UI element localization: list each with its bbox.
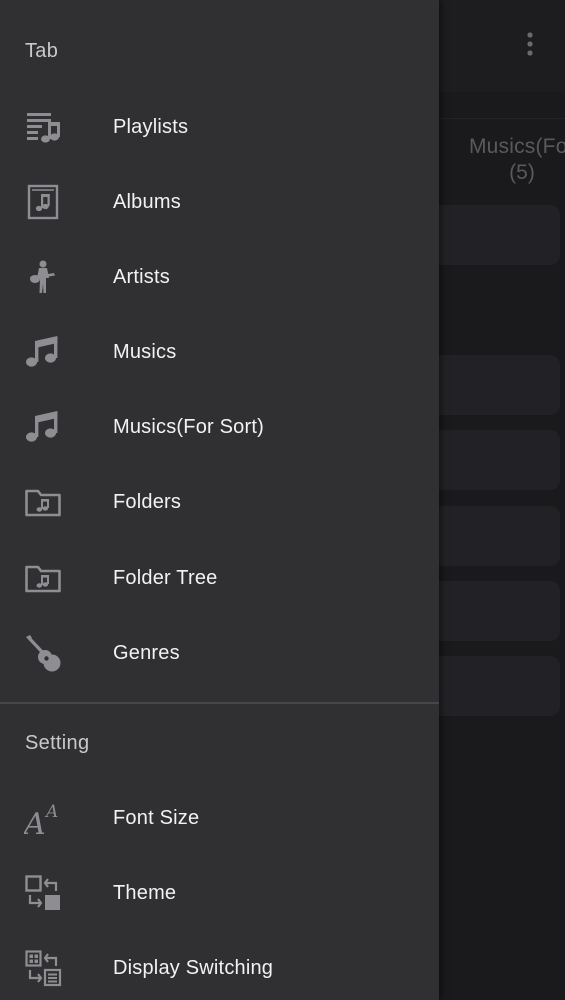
svg-text:A: A <box>44 802 58 822</box>
tab-section-header: Tab <box>25 40 59 62</box>
svg-text:A: A <box>24 807 46 837</box>
more-options-icon[interactable] <box>520 30 540 60</box>
background-tab-label[interactable]: Musics(For S <box>442 134 565 159</box>
drawer-item-playlists[interactable]: Playlists <box>0 89 439 164</box>
album-icon <box>24 183 62 221</box>
drawer-item-label: Genres <box>113 642 180 664</box>
music-note-icon <box>24 408 62 446</box>
drawer-item-label: Albums <box>113 191 181 213</box>
drawer-item-folder-tree[interactable]: Folder Tree <box>0 540 439 615</box>
drawer-item-theme[interactable]: Theme <box>0 855 439 930</box>
font-size-icon: A A <box>24 799 62 837</box>
drawer-item-display-switching[interactable]: Display Switching <box>0 930 439 1000</box>
app-root: Musics(For S (5) Tab <box>0 0 565 1000</box>
drawer-item-artists[interactable]: Artists <box>0 239 439 314</box>
drawer-item-musics-for-sort[interactable]: Musics(For Sort) <box>0 389 439 464</box>
drawer-item-label: Folders <box>113 491 182 513</box>
playlist-icon <box>24 108 62 146</box>
drawer-item-font-size[interactable]: A A Font Size <box>0 780 439 855</box>
drawer-item-label: Display Switching <box>113 957 274 979</box>
drawer-item-label: Playlists <box>113 116 189 138</box>
background-tab-count: (5) <box>509 161 535 184</box>
drawer-item-musics[interactable]: Musics <box>0 314 439 389</box>
drawer-item-genres[interactable]: Genres <box>0 615 439 690</box>
display-switch-icon <box>24 949 62 987</box>
drawer-item-albums[interactable]: Albums <box>0 164 439 239</box>
artist-icon <box>24 258 62 296</box>
music-folder-icon <box>24 559 62 597</box>
drawer-item-label: Theme <box>113 882 177 904</box>
drawer-item-label: Folder Tree <box>113 567 218 589</box>
drawer-item-label: Musics <box>113 341 177 363</box>
setting-section-header: Setting <box>25 732 90 754</box>
navigation-drawer: Tab Playlists Albums Artists Musics Musi… <box>0 0 439 1000</box>
guitar-icon <box>24 634 62 672</box>
drawer-item-label: Artists <box>113 266 170 288</box>
section-divider <box>0 702 439 704</box>
drawer-item-label: Font Size <box>113 807 200 829</box>
drawer-item-folders[interactable]: Folders <box>0 464 439 539</box>
theme-swap-icon <box>24 874 62 912</box>
drawer-item-label: Musics(For Sort) <box>113 416 264 438</box>
music-folder-icon <box>24 483 62 521</box>
music-note-icon <box>24 333 62 371</box>
